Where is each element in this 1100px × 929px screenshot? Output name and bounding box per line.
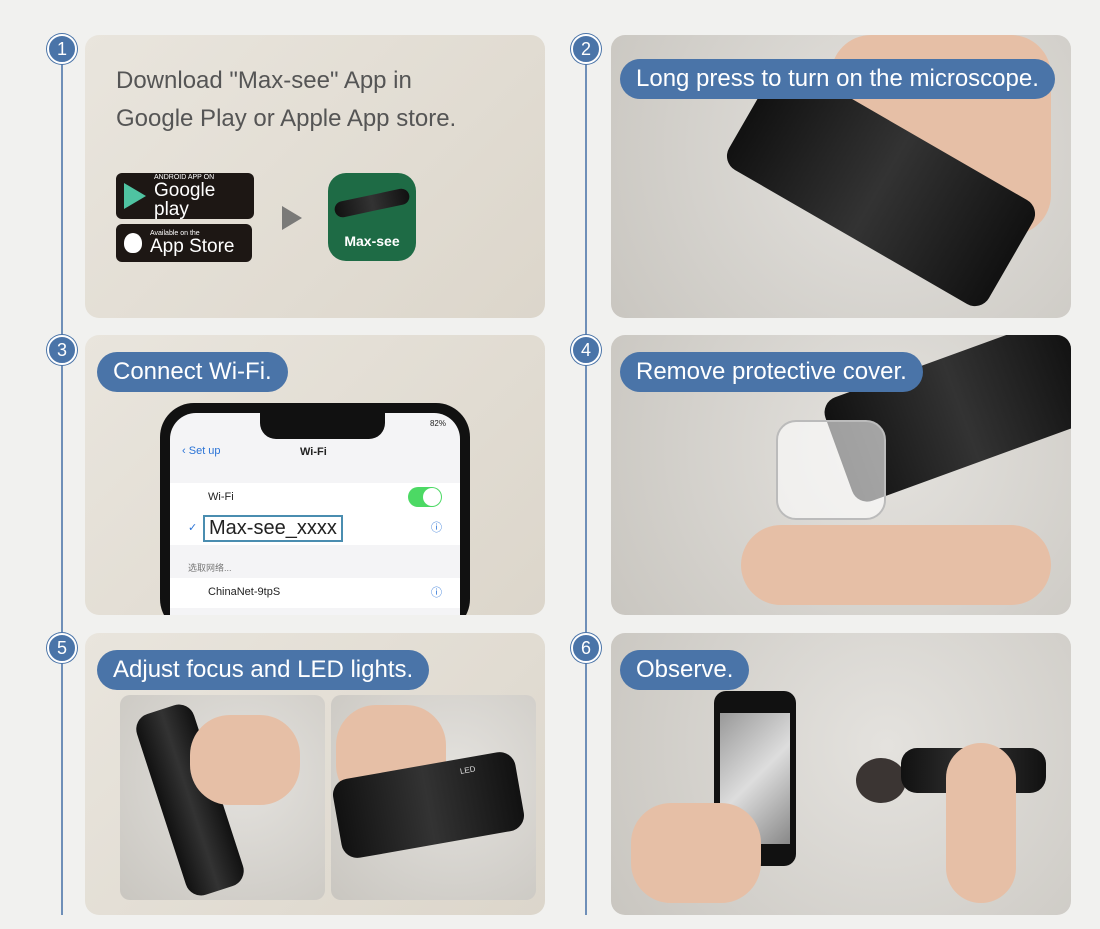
apple-icon xyxy=(124,233,142,253)
hand xyxy=(946,743,1016,903)
max-see-app-icon[interactable]: Max-see xyxy=(328,173,416,261)
wifi-label: Wi-Fi xyxy=(208,491,234,503)
step-1-text-line2: Google Play or Apple App store. xyxy=(116,105,457,132)
step-6-label: Observe. xyxy=(620,650,750,690)
step-5-label: Adjust focus and LED lights. xyxy=(97,650,430,690)
hand xyxy=(631,803,761,903)
step-1-text-line1: Download "Max-see" App in xyxy=(116,67,412,94)
other-network-row[interactable]: ChinaNet-9tpS ⓘ xyxy=(170,578,460,608)
network-name: Max-see_xxxx xyxy=(203,515,343,542)
protective-cover xyxy=(776,420,886,520)
led-label: LED xyxy=(459,764,477,776)
led-photo: LED xyxy=(330,695,536,900)
focus-photo xyxy=(120,695,325,900)
rock-sample xyxy=(856,758,906,803)
step-2-label: Long press to turn on the microscope. xyxy=(620,59,1055,99)
app-store-badge[interactable]: Available on the App Store xyxy=(116,224,252,262)
arrow-icon xyxy=(282,206,302,230)
step-4-number: 4 xyxy=(571,335,601,365)
step-3-number: 3 xyxy=(47,335,77,365)
back-button[interactable]: ‹ Set up xyxy=(182,445,221,457)
other-network-name: ChinaNet-9tpS xyxy=(208,586,281,598)
section-header: 选取网络... xyxy=(188,563,232,573)
back-label: Set up xyxy=(188,445,221,457)
google-play-badge[interactable]: ANDROID APP ON Google play xyxy=(116,173,254,219)
step-2-number: 2 xyxy=(571,34,601,64)
info-icon[interactable]: ⓘ xyxy=(431,584,442,600)
hand xyxy=(741,525,1051,605)
screen-title: Wi-Fi xyxy=(300,446,327,458)
notch xyxy=(260,413,385,439)
apple-big-text: App Store xyxy=(150,236,235,257)
microscope-icon xyxy=(333,187,411,219)
play-icon xyxy=(124,183,146,209)
step-1-panel: Download "Max-see" App in Google Play or… xyxy=(85,35,545,318)
step-1-number: 1 xyxy=(47,34,77,64)
battery-status: 82% xyxy=(429,419,446,428)
step-4-label: Remove protective cover. xyxy=(620,352,923,392)
wifi-row: Wi-Fi xyxy=(170,483,460,511)
info-icon[interactable]: ⓘ xyxy=(431,519,442,535)
step-5-number: 5 xyxy=(47,633,77,663)
timeline-left xyxy=(61,50,63,915)
wifi-toggle[interactable] xyxy=(408,487,442,507)
app-icon-label: Max-see xyxy=(344,233,400,249)
google-big-text: Google play xyxy=(154,179,216,220)
timeline-right xyxy=(585,50,587,915)
step-6-number: 6 xyxy=(571,633,601,663)
step-3-label: Connect Wi-Fi. xyxy=(97,352,288,392)
hand xyxy=(190,715,300,805)
network-row[interactable]: ✓ Max-see_xxxx ⓘ xyxy=(170,511,460,545)
phone: 82% ‹ Set up Wi-Fi Wi-Fi ✓ Max-see_xxxx … xyxy=(160,403,470,615)
